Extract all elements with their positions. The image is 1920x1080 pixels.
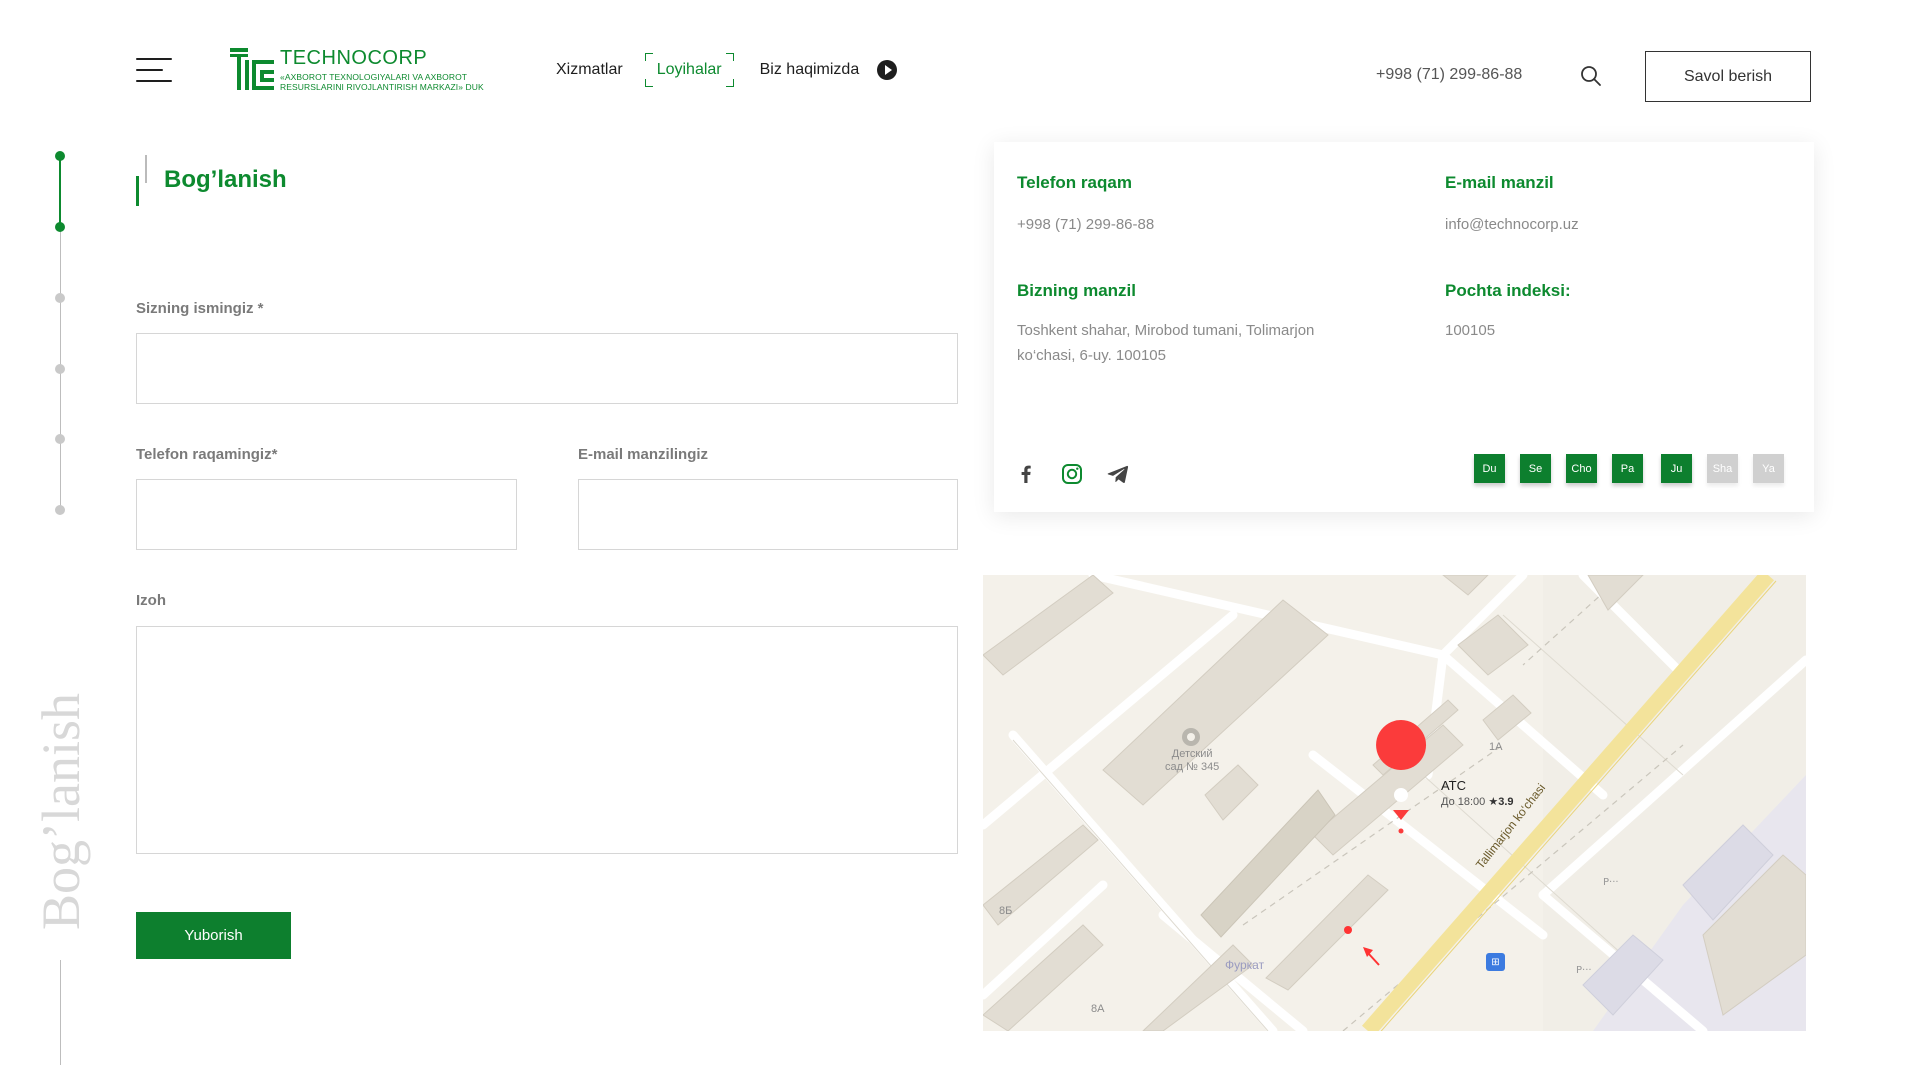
email-label: E-mail manzilingiz	[578, 446, 709, 463]
vertical-section-title: Bog’lanish	[31, 693, 91, 930]
section-title: Bog’lanish	[136, 155, 287, 206]
phone-label: Telefon raqamingiz*	[136, 446, 278, 463]
poi-hours-text: До 18:00	[1441, 796, 1486, 808]
email-input[interactable]	[578, 479, 958, 550]
facebook-icon[interactable]	[1014, 462, 1038, 486]
address-line2: ko‘chasi, 6-uy. 100105	[1017, 347, 1166, 364]
day-badge: Se	[1520, 454, 1551, 483]
ask-question-button[interactable]: Savol berish	[1645, 51, 1811, 102]
contact-phone[interactable]: +998 (71) 299-86-88	[1017, 212, 1154, 237]
telegram-icon[interactable]	[1106, 462, 1130, 486]
comment-textarea[interactable]	[136, 626, 958, 854]
area-label: Фуркат	[1225, 958, 1265, 972]
kindergarten-line1: Детский	[1171, 748, 1213, 760]
technocorp-logo-icon	[230, 48, 274, 90]
main-nav: Xizmatlar Loyihalar Biz haqimizda	[556, 52, 898, 88]
progress-step-dot[interactable]	[55, 222, 65, 232]
logo-subtitle-line2: RESURSLARINI RIVOJLANTIRISH MARKAZI» DUK	[280, 82, 484, 92]
progress-rail-active	[59, 157, 61, 229]
house-label-1a: 1А	[1489, 741, 1503, 753]
comment-label: Izoh	[136, 592, 166, 609]
progress-step-dot[interactable]	[55, 364, 65, 374]
phone-heading: Telefon raqam	[1017, 173, 1132, 192]
submit-button[interactable]: Yuborish	[136, 912, 291, 959]
email-heading: E-mail manzil	[1445, 173, 1554, 192]
menu-icon[interactable]	[136, 58, 172, 84]
map-canvas[interactable]: P··· P···	[983, 575, 1806, 1031]
contact-card: Telefon raqam +998 (71) 299-86-88 E-mail…	[994, 142, 1814, 512]
progress-step-dot[interactable]	[55, 151, 65, 161]
house-label-8b: 8Б	[999, 905, 1013, 917]
day-badge: Cho	[1566, 454, 1597, 483]
day-badge: Pa	[1612, 454, 1643, 483]
page-title: Bog’lanish	[164, 166, 287, 193]
nav-item-biz-haqimizda[interactable]: Biz haqimizda	[760, 61, 860, 79]
address-heading: Bizning manzil	[1017, 281, 1136, 300]
nav-item-xizmatlar[interactable]: Xizmatlar	[556, 61, 623, 79]
poi-rating: ★3.9	[1488, 796, 1514, 808]
search-icon[interactable]	[1580, 65, 1602, 87]
day-badge: Ya	[1753, 454, 1784, 483]
svg-text:P···: P···	[1603, 877, 1619, 888]
kindergarten-line2: сад № 345	[1165, 761, 1220, 773]
kindergarten-label: Детский сад № 345	[1165, 748, 1219, 774]
progress-step-dot[interactable]	[55, 293, 65, 303]
logo-subtitle-line1: «AXBOROT TEXNOLOGIYALARI VA AXBOROT	[280, 72, 468, 82]
day-badge: Sha	[1707, 454, 1738, 483]
bus-stop-icon[interactable]: ⊞	[1486, 953, 1505, 971]
house-label-8a: 8А	[1091, 1003, 1105, 1015]
contact-address: Toshkent shahar, Mirobod tumani, Tolimar…	[1017, 318, 1314, 368]
contact-postal: 100105	[1445, 322, 1496, 339]
play-icon[interactable]	[877, 60, 898, 80]
svg-text:P···: P···	[1576, 965, 1592, 976]
poi-hours: До 18:00 ★3.9	[1441, 795, 1514, 808]
poi-name[interactable]: АТС	[1441, 778, 1466, 793]
day-badge: Du	[1474, 454, 1505, 483]
name-input[interactable]	[136, 333, 958, 404]
logo-name: TECHNOCORP	[280, 47, 428, 69]
map[interactable]: P··· P··· Детский сад № 345 АТС До 18:00…	[983, 575, 1806, 1031]
name-label: Sizning ismingiz *	[136, 300, 264, 317]
nav-item-loyihalar[interactable]: Loyihalar	[644, 53, 734, 87]
address-line1: Toshkent shahar, Mirobod tumani, Tolimar…	[1017, 322, 1315, 339]
contact-email[interactable]: info@technocorp.uz	[1445, 212, 1579, 237]
phone-input[interactable]	[136, 479, 517, 550]
nav-item-loyihalar-label: Loyihalar	[656, 61, 722, 78]
header-phone[interactable]: +998 (71) 299-86-88	[1376, 66, 1522, 84]
logo[interactable]: TECHNOCORP «AXBOROT TEXNOLOGIYALARI VA A…	[230, 48, 484, 92]
postal-heading: Pochta indeksi:	[1445, 281, 1571, 300]
rail-bottom-line	[60, 960, 61, 1065]
progress-step-dot[interactable]	[55, 505, 65, 515]
progress-step-dot[interactable]	[55, 434, 65, 444]
day-badge: Ju	[1661, 454, 1692, 483]
instagram-icon[interactable]	[1060, 462, 1084, 486]
